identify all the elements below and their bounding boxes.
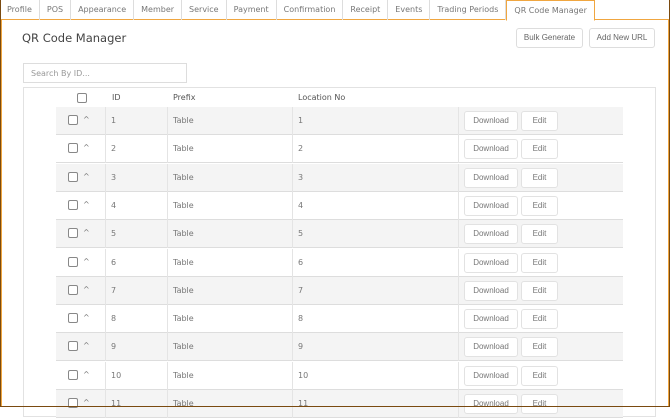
window-border (0, 0, 670, 407)
